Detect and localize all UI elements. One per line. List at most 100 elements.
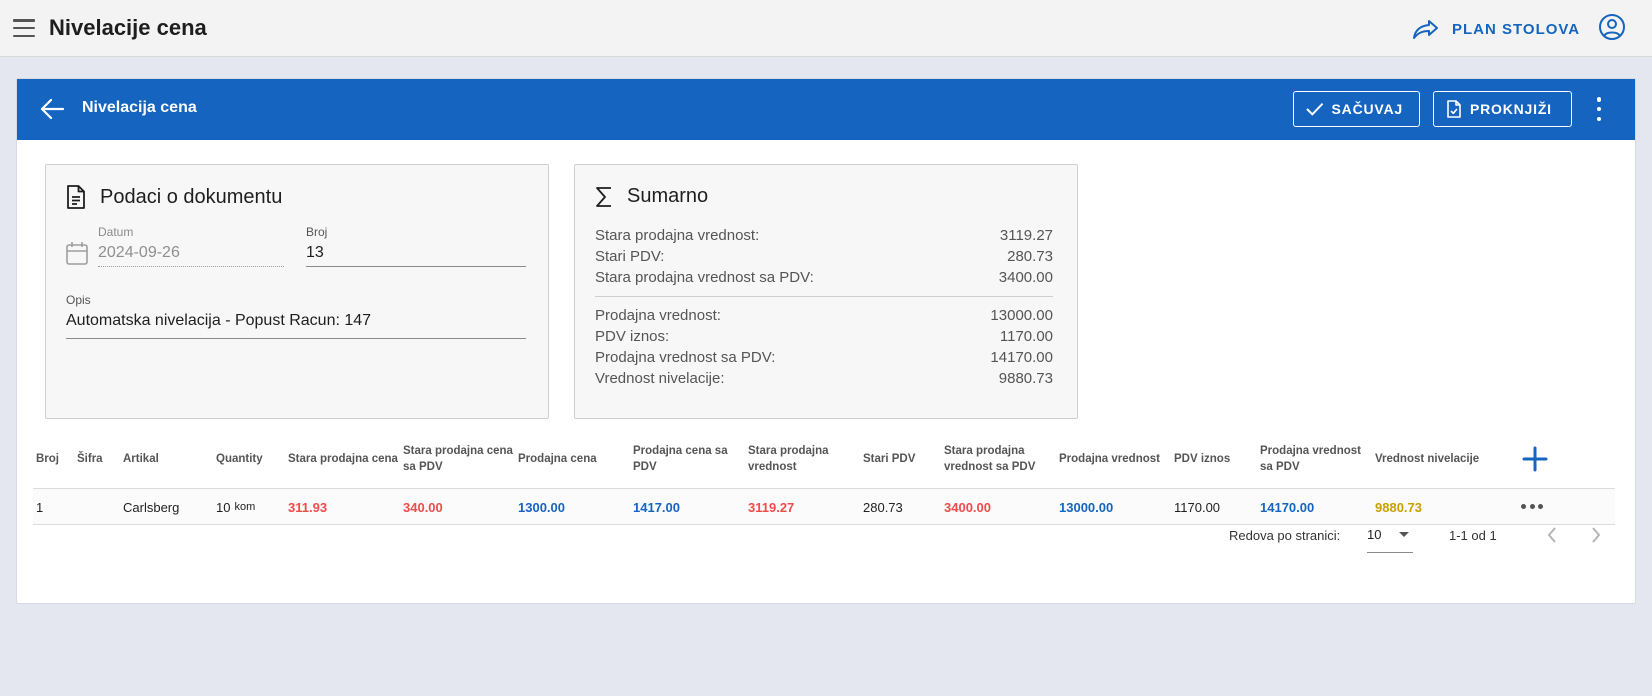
chevron-right-icon [1592,527,1601,543]
rows-per-page-value: 10 [1367,527,1382,542]
caret-down-icon [1399,532,1409,537]
date-label: Datum [98,225,134,239]
document-icon [67,185,85,209]
cell-quantity: 10 kom [216,489,255,525]
column-header[interactable]: Prodajna cena [518,429,628,489]
document-panel: Podaci o dokumentu Datum 2024-09-26 Broj… [45,164,549,419]
column-header[interactable]: Artikal [123,429,213,489]
summary-label: PDV iznos: [595,328,670,345]
cell-stara-vrednost: 3119.27 [748,499,795,515]
summary-label: Prodajna vrednost sa PDV: [595,349,776,366]
description-input[interactable]: Automatska nivelacija - Popust Racun: 14… [66,312,526,339]
check-icon [1306,102,1324,116]
summary-row: Prodajna vrednost sa PDV: 14170.00 [595,347,1053,368]
summary-value: 280.73 [1007,248,1053,265]
cell-prodajna-vrednost: 13000.00 [1059,499,1114,515]
cell-stara-cena: 311.93 [288,499,328,515]
card-title: Nivelacija cena [82,99,197,116]
share-arrow-icon [1413,20,1438,39]
summary-row: Vrednost nivelacije: 9880.73 [595,368,1053,389]
plan-stolova-button[interactable]: PLAN STOLOVA [1412,12,1580,46]
add-row-icon[interactable] [1521,445,1549,473]
summary-value: 13000.00 [990,307,1053,324]
column-header[interactable]: Prodajna cena sa PDV [633,429,745,489]
summary-label: Prodajna vrednost: [595,307,721,324]
column-header[interactable]: Prodajna vrednost sa PDV [1260,429,1370,489]
hamburger-menu-icon[interactable] [13,19,35,37]
rows-per-page-select[interactable]: 10 [1367,517,1413,553]
summary-value: 3400.00 [998,269,1053,286]
cell-prodajna-cena: 1300.00 [518,499,565,515]
column-header[interactable]: Stara prodajna cena sa PDV [403,429,513,489]
quantity-value: 10 [216,499,231,515]
column-header[interactable]: Šifra [77,429,121,489]
page-title: Nivelacije cena [49,15,207,40]
number-field[interactable]: Broj 13 [306,225,526,267]
card-header: Nivelacija cena SAČUVAJ PROKNJIŽI [17,79,1635,140]
description-label: Opis [66,293,91,307]
post-button[interactable]: PROKNJIŽI [1433,91,1572,127]
summary-label: Stari PDV: [595,248,665,265]
summary-row: PDV iznos: 1170.00 [595,326,1053,347]
items-table: Broj Šifra Artikal Quantity Stara prodaj… [33,429,1615,525]
cell-artikal: Carlsberg [123,499,180,515]
summary-rows: Stara prodajna vrednost: 3119.27 Stari PD… [595,225,1053,389]
cell-stara-vrednost-pdv: 3400.00 [944,499,991,515]
summary-value: 1170.00 [999,328,1053,345]
summary-panel: Sumarno Stara prodajna vrednost: 3119.27 … [574,164,1078,419]
date-field[interactable]: Datum 2024-09-26 [66,225,291,267]
cell-broj: 1 [36,499,44,515]
nivelacija-card: Nivelacija cena SAČUVAJ PROKNJIŽI Podaci… [16,78,1636,604]
app-bar: Nivelacije cena PLAN STOLOVA [0,0,1652,57]
more-vert-icon[interactable] [1595,97,1603,121]
column-header[interactable]: Quantity [216,429,286,489]
quantity-unit: kom [234,501,256,513]
number-input[interactable]: 13 [306,244,526,267]
account-circle-icon[interactable] [1598,13,1626,41]
column-header[interactable]: Broj [36,429,76,489]
summary-value: 9880.73 [998,370,1053,387]
column-header[interactable]: Stara prodajna cena [288,429,400,489]
back-arrow-icon[interactable] [39,96,65,122]
summary-value: 14170.00 [990,349,1053,366]
summary-row: Stari PDV: 280.73 [595,246,1053,267]
post-label: PROKNJIŽI [1470,101,1552,117]
calendar-icon [66,242,88,265]
cell-stara-cena-pdv: 340.00 [403,499,443,515]
column-header[interactable]: Vrednost nivelacije [1375,429,1485,489]
summary-divider [595,296,1053,297]
document-check-icon [1447,100,1461,118]
page-range: 1-1 od 1 [1449,527,1497,543]
prev-page-button[interactable] [1542,517,1562,553]
cell-pdv-iznos: 1170.00 [1174,499,1221,515]
save-label: SAČUVAJ [1331,101,1403,117]
description-field[interactable]: Opis Automatska nivelacija - Popust Racu… [66,293,526,339]
summary-label: Vrednost nivelacije: [595,370,725,387]
cell-prodajna-cena-pdv: 1417.00 [633,499,680,515]
summary-panel-heading: Sumarno [595,185,708,208]
summary-row: Prodajna vrednost: 13000.00 [595,305,1053,326]
plan-stolova-label: PLAN STOLOVA [1452,20,1581,38]
rows-per-page-label: Redova po stranici: [1229,527,1341,543]
chevron-left-icon [1547,527,1556,543]
column-header[interactable]: PDV iznos [1174,429,1254,489]
column-header[interactable]: Stari PDV [863,429,943,489]
summary-label: Stara prodajna vrednost sa PDV: [595,269,814,286]
cell-stari-pdv: 280.73 [863,499,903,515]
document-panel-title: Podaci o dokumentu [100,185,283,208]
date-value[interactable]: 2024-09-26 [98,244,284,267]
column-header[interactable]: Stara prodajna vrednost [748,429,848,489]
summary-panel-title: Sumarno [627,185,709,207]
save-button[interactable]: SAČUVAJ [1293,91,1420,127]
summary-row: Stara prodajna vrednost sa PDV: 3400.00 [595,267,1053,288]
sigma-icon [596,186,611,207]
column-header[interactable]: Prodajna vrednost [1059,429,1169,489]
row-more-horiz-icon[interactable] [1521,504,1543,510]
summary-value: 3119.27 [999,227,1053,244]
next-page-button[interactable] [1586,517,1606,553]
document-panel-heading: Podaci o dokumentu [66,185,282,209]
summary-row: Stara prodajna vrednost: 3119.27 [595,225,1053,246]
summary-label: Stara prodajna vrednost: [595,227,760,244]
column-header[interactable]: Stara prodajna vrednost sa PDV [944,429,1054,489]
table-header-row: Broj Šifra Artikal Quantity Stara prodaj… [33,429,1615,489]
